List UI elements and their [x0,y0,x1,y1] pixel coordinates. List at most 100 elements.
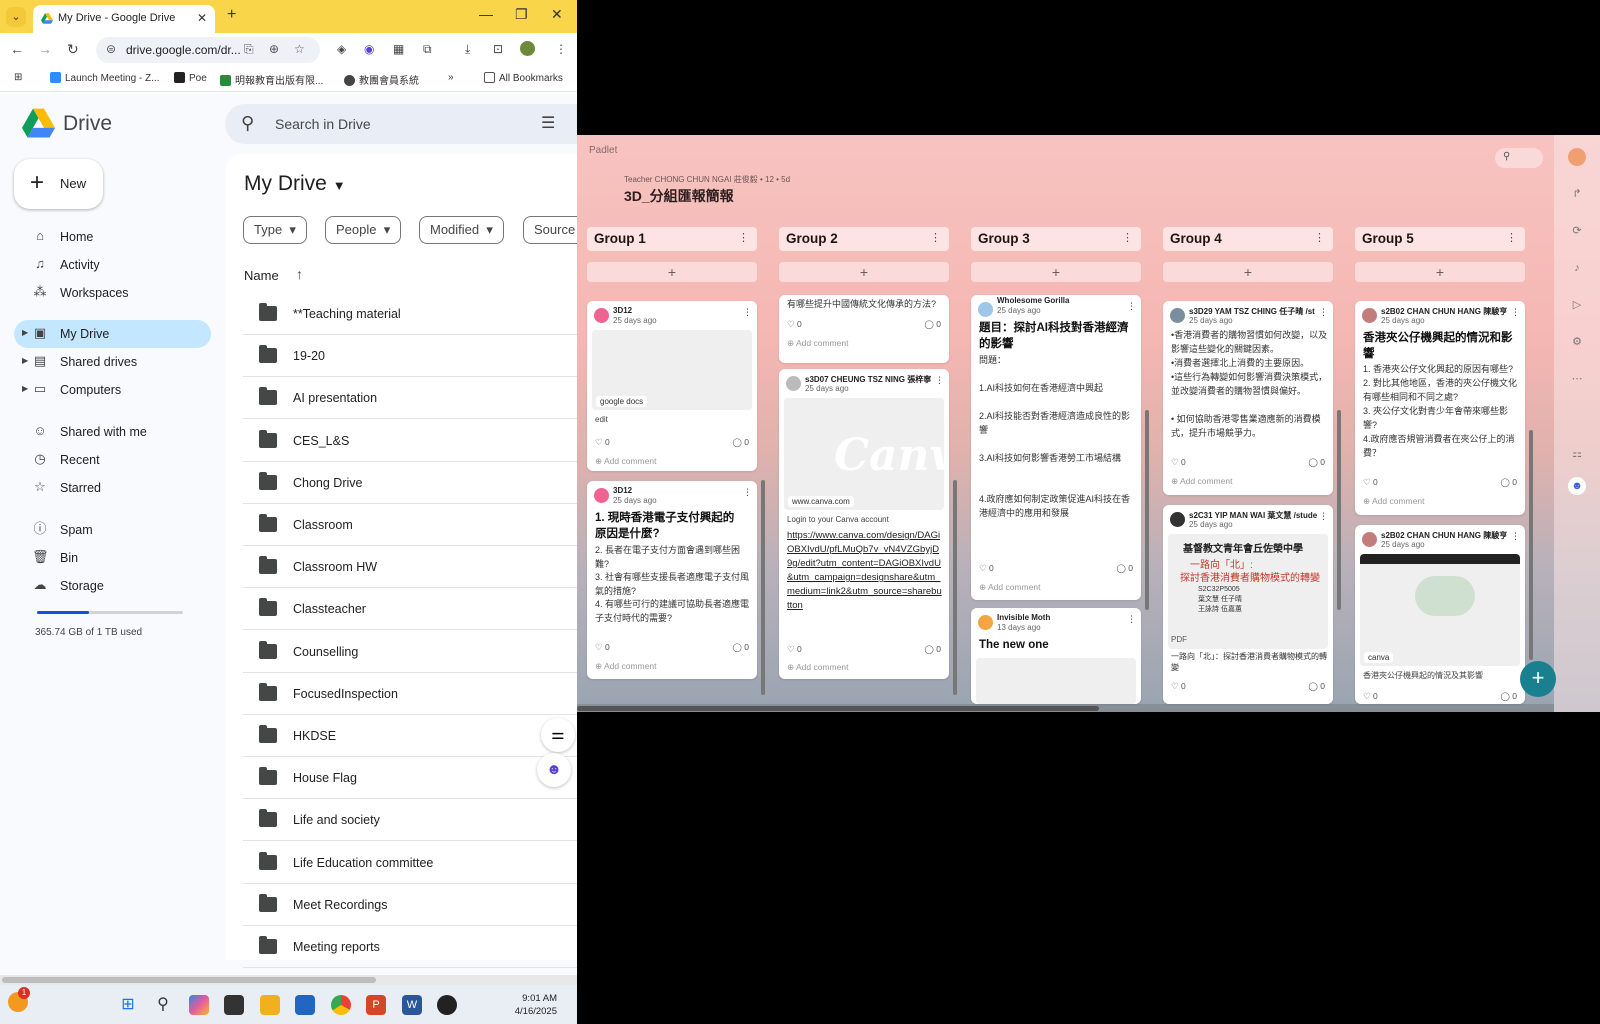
nav-shared-with-me[interactable]: ☺ Shared with me [14,418,211,446]
folder-row[interactable]: Counselling [243,631,577,673]
group-menu-icon[interactable]: ⋮ [738,231,749,244]
store-icon[interactable] [295,995,315,1015]
forward-icon[interactable]: → [38,41,52,57]
post-menu-icon[interactable]: ⋮ [1511,531,1520,542]
download-icon[interactable]: ⤓ [465,42,470,57]
post-menu-icon[interactable]: ⋮ [1319,511,1328,522]
group-menu-icon[interactable]: ⋮ [1314,231,1325,244]
add-comment[interactable]: ⊕ Add comment [1363,496,1424,507]
folder-row[interactable]: Life Education committee [243,842,577,884]
comment-count[interactable]: ◯ 0 [1308,681,1325,692]
powerpoint-icon[interactable]: P [366,995,386,1015]
menu-kebab-icon[interactable]: ⋮ [555,42,567,56]
copilot-extension-icon[interactable]: ◉ [364,42,374,56]
folder-row[interactable]: Life and society [243,799,577,842]
nav-bin[interactable]: 🗑 Bin [14,544,211,572]
new-tab-icon[interactable]: + [227,6,236,24]
apps-icon[interactable]: ⚏ [1568,445,1586,463]
folder-row[interactable]: Classteacher [243,588,577,631]
side-panel-apps-icon[interactable]: ⚌ [541,718,575,752]
canva-preview[interactable]: canva [1360,554,1520,666]
comment-count[interactable]: ◯ 0 [1116,563,1133,574]
group-menu-icon[interactable]: ⋮ [1122,231,1133,244]
profile-avatar[interactable] [520,41,535,56]
bookmark-member-system[interactable]: 教團會員系統 [344,72,419,87]
like-button[interactable]: ♡ 0 [1363,477,1378,488]
folder-row[interactable]: HKDSE [243,715,577,757]
post-menu-icon[interactable]: ⋮ [1127,301,1136,312]
post-menu-icon[interactable]: ⋮ [1319,307,1328,318]
column-scrollbar[interactable] [1145,410,1149,610]
site-info-icon[interactable]: ⊜ [106,42,116,56]
like-button[interactable]: ♡ 0 [979,563,994,574]
post-card[interactable]: 3D12 25 days ago ⋮ 1. 現時香港電子支付興起的原因是什麼? … [587,481,757,679]
filter-type[interactable]: Type ▾ [243,216,307,244]
folder-row[interactable]: 19-20 [243,335,577,378]
add-post-button[interactable]: + [779,262,949,282]
word-icon[interactable]: W [402,995,422,1015]
folder-row[interactable]: Meeting reports [243,926,577,968]
padlet-brand[interactable]: Padlet [589,145,617,156]
bookmark-mingpao[interactable]: 明報教育出版有限... [220,72,323,87]
comment-count[interactable]: ◯ 0 [1500,477,1517,488]
post-card[interactable]: 3D12 25 days ago ⋮ google docs edit ♡ 0 … [587,301,757,471]
restore-icon[interactable]: ❐ [515,6,528,23]
reload-icon[interactable]: ↻ [67,41,79,58]
filter-source[interactable]: Source [523,216,577,244]
post-menu-icon[interactable]: ⋮ [743,307,752,318]
new-button[interactable]: + New [14,159,103,209]
attachment-preview[interactable]: google docs [592,330,752,410]
nav-spam[interactable]: ⓘ Spam [14,516,211,544]
nav-workspaces[interactable]: ⁂ Workspaces [14,279,211,307]
nav-recent[interactable]: ◷ Recent [14,446,211,474]
add-comment[interactable]: ⊕ Add comment [979,582,1040,593]
attachment-preview[interactable] [976,658,1136,704]
tab-close-icon[interactable]: ✕ [197,11,207,25]
folder-row[interactable]: CES_L&S [243,420,577,462]
tab-search-button[interactable]: ⌄ [6,7,26,27]
canva-preview[interactable]: Canva www.canva.com [784,398,949,510]
back-icon[interactable]: ← [10,41,24,57]
account-avatar[interactable] [1568,148,1586,166]
pdf-preview[interactable]: 基督教文青年會丘佐榮中學 一路向「北」: 探討香港消費者購物模式的轉變 S2C3… [1168,534,1328,649]
close-window-icon[interactable]: ✕ [551,6,563,23]
qr-icon[interactable]: ▦ [393,42,404,56]
settings-icon[interactable]: ⚙ [1568,333,1586,351]
post-card[interactable]: s3D29 YAM TSZ CHING 任子晴 /st 25 days ago … [1163,301,1333,495]
filter-modified[interactable]: Modified ▾ [419,216,504,244]
copilot-icon[interactable] [189,995,209,1015]
zoom-icon[interactable]: ⊕ [269,42,279,56]
cast-icon[interactable]: ⊡ [493,42,503,56]
bookmarks-overflow-button[interactable]: » [448,72,454,83]
like-button[interactable]: ♡ 0 [1363,691,1378,702]
comment-count[interactable]: ◯ 0 [1308,457,1325,468]
remake-icon[interactable]: ⟳ [1568,222,1586,240]
add-post-button[interactable]: + [1355,262,1525,282]
nav-storage[interactable]: ☁ Storage [14,572,211,600]
folder-row[interactable]: Chong Drive [243,462,577,504]
filter-people[interactable]: People ▾ [325,216,402,244]
add-comment[interactable]: ⊕ Add comment [787,662,848,673]
comment-count[interactable]: ◯ 0 [732,642,749,653]
bookmark-poe[interactable]: Poe [174,72,207,84]
add-comment[interactable]: ⊕ Add comment [595,456,656,467]
like-button[interactable]: ♡ 0 [595,437,610,448]
padlet-horizontal-scrollbar[interactable] [577,704,1554,712]
bookmark-zoom[interactable]: Launch Meeting - Z... [50,72,160,84]
nav-activity[interactable]: ♫ Activity [14,251,211,279]
nav-my-drive[interactable]: ▶ ▣ My Drive [14,320,211,348]
install-app-icon[interactable]: ⎘ [244,42,254,57]
folder-row[interactable]: FocusedInspection [243,673,577,715]
folder-row[interactable]: House Flag [243,757,577,800]
post-menu-icon[interactable]: ⋮ [1511,307,1520,318]
share-icon[interactable]: ↱ [1568,185,1586,203]
post-card[interactable]: 有哪些提升中國傳統文化傳承的方法? ♡ 0 ◯ 0 ⊕ Add comment [779,295,949,363]
side-panel-assistant-icon[interactable]: ☻ [537,753,571,787]
chrome-icon[interactable] [331,995,351,1015]
apps-grid-icon[interactable]: ⊞ [14,72,22,83]
slideshow-icon[interactable]: ▷ [1568,296,1586,314]
group-menu-icon[interactable]: ⋮ [930,231,941,244]
system-clock[interactable]: 9:01 AM 4/16/2025 [515,992,557,1018]
assistant-icon[interactable]: ☻ [1568,477,1586,495]
expand-arrow-icon[interactable]: ▶ [22,328,28,337]
